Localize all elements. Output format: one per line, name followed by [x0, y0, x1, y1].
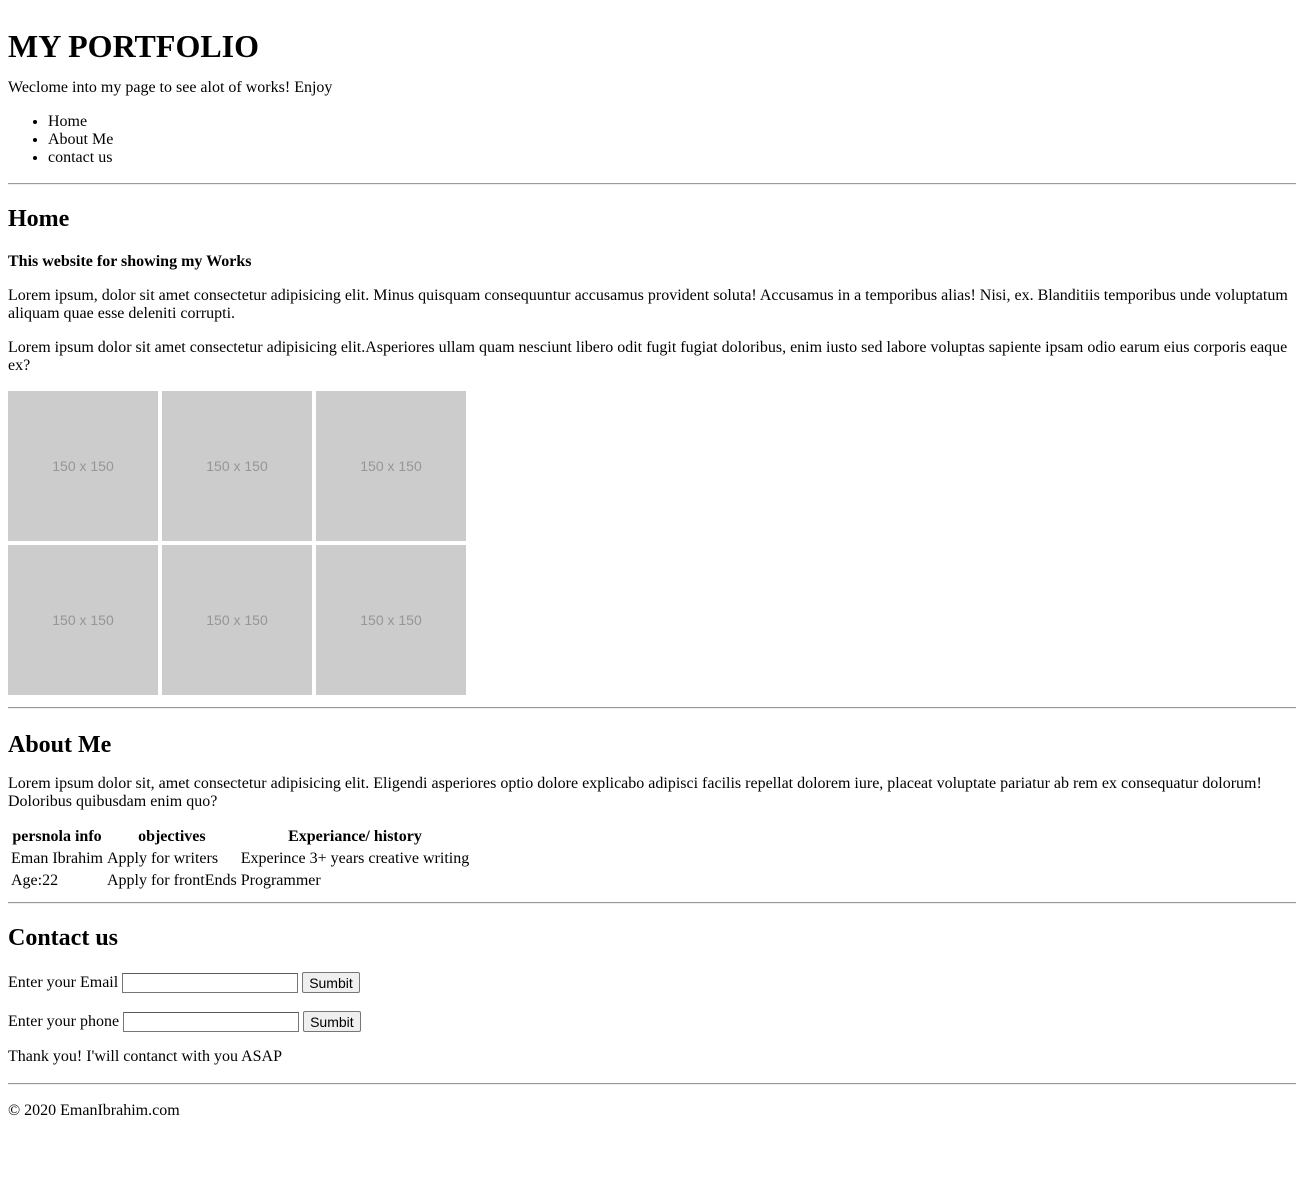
home-paragraph-1: Lorem ipsum, dolor sit amet consectetur … [8, 287, 1288, 322]
home-subtitle: This website for showing my Works [8, 253, 252, 270]
home-section: Home This website for showing my Works L… [8, 205, 1296, 695]
column-header: objectives [138, 828, 206, 845]
divider [8, 902, 1296, 904]
works-gallery: 150 x 150 150 x 150 150 x 150 150 x 150 … [8, 391, 470, 695]
about-section: About Me Lorem ipsum dolor sit, amet con… [8, 731, 1296, 893]
nav-item-about: About Me [48, 131, 1296, 149]
phone-form: Enter your phone Sumbit [8, 1011, 1296, 1032]
table-header-row: persnola info objectives Experiance/ his… [10, 827, 470, 847]
nav-item-contact: contact us [48, 149, 1296, 167]
phone-submit-button[interactable]: Sumbit [303, 1011, 361, 1032]
column-header: Experiance/ history [288, 828, 422, 845]
about-paragraph: Lorem ipsum dolor sit, amet consectetur … [8, 775, 1262, 810]
page-title: MY PORTFOLIO [8, 28, 260, 64]
home-paragraph-2: Lorem ipsum dolor sit amet consectetur a… [8, 339, 1288, 374]
page-footer: © 2020 EmanIbrahim.com [8, 1102, 1296, 1120]
email-submit-button[interactable]: Sumbit [302, 972, 360, 993]
nav-list: Home About Me contact us [8, 113, 1296, 167]
phone-label: Enter your phone [8, 1012, 120, 1030]
table-cell: Programmer [240, 872, 321, 889]
divider [8, 183, 1296, 185]
email-label: Enter your Email [8, 973, 119, 991]
home-heading: Home [8, 206, 70, 232]
table-row: Eman Ibrahim Apply for writers Experince… [10, 849, 470, 869]
about-heading: About Me [8, 732, 112, 758]
divider [8, 1083, 1296, 1085]
gallery-image-placeholder: 150 x 150 [8, 391, 158, 541]
nav-item-home: Home [48, 113, 1296, 131]
email-field[interactable] [122, 972, 299, 993]
page-header: MY PORTFOLIO Weclome into my page to see… [8, 28, 1296, 167]
email-form: Enter your Email Sumbit [8, 972, 1296, 993]
nav-link-home[interactable]: Home [48, 113, 87, 130]
table-cell: Experince 3+ years creative writing [240, 850, 470, 867]
nav-link-about[interactable]: About Me [48, 131, 113, 148]
phone-field[interactable] [123, 1011, 300, 1032]
gallery-image-placeholder: 150 x 150 [162, 545, 312, 695]
gallery-image-placeholder: 150 x 150 [162, 391, 312, 541]
contact-section: Contact us Enter your Email Sumbit Enter… [8, 924, 1296, 1066]
table-cell: Apply for frontEnds [106, 872, 237, 889]
contact-heading: Contact us [8, 925, 119, 951]
copyright-text: © 2020 EmanIbrahim.com [8, 1102, 180, 1119]
table-cell: Age:22 [11, 872, 59, 889]
table-cell: Eman Ibrahim [11, 850, 103, 867]
intro-text: Weclome into my page to see alot of work… [8, 79, 333, 96]
thanks-message: Thank you! I'will contanct with you ASAP [8, 1048, 282, 1065]
column-header: persnola info [12, 828, 102, 845]
nav-link-contact[interactable]: contact us [48, 149, 112, 166]
gallery-image-placeholder: 150 x 150 [8, 545, 158, 695]
divider [8, 707, 1296, 709]
info-table: persnola info objectives Experiance/ his… [8, 825, 472, 893]
table-row: Age:22 Apply for frontEnds Programmer [10, 871, 470, 891]
gallery-image-placeholder: 150 x 150 [316, 545, 466, 695]
table-cell: Apply for writers [106, 850, 219, 867]
gallery-image-placeholder: 150 x 150 [316, 391, 466, 541]
